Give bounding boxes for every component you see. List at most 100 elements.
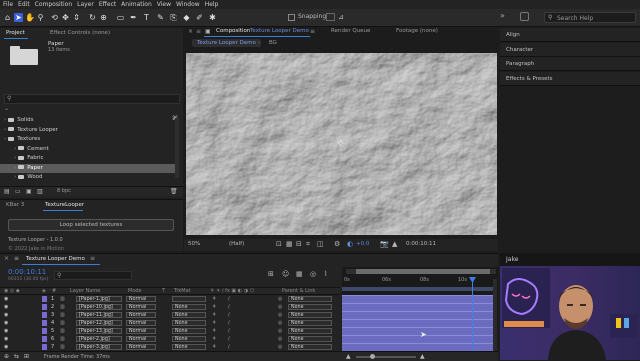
project-item-texture-looper[interactable]: › Texture Looper xyxy=(0,126,175,135)
project-settings-icon[interactable]: ▥ xyxy=(37,188,43,195)
graph-editor-icon[interactable]: ⌇ xyxy=(324,270,327,278)
menu-item-view[interactable]: View xyxy=(157,1,171,8)
tab-project[interactable]: Project xyxy=(6,30,25,36)
layer-name-field[interactable]: [Paper-11.jpg] xyxy=(76,312,122,318)
parent-dropdown[interactable]: None xyxy=(288,312,332,318)
rotate-tool-icon[interactable]: ↻ xyxy=(88,13,97,22)
draft-3d-icon[interactable]: ⊞ xyxy=(268,270,274,278)
menu-item-window[interactable]: Window xyxy=(176,1,200,8)
guides-icon[interactable]: ⌗ xyxy=(306,240,310,249)
shy-switch-icon[interactable]: ⚘ xyxy=(212,295,216,303)
switches-toggle-icon[interactable]: ⇆ xyxy=(14,353,19,360)
clone-stamp-icon[interactable]: ⎘ xyxy=(169,13,178,22)
pickwhip-icon[interactable]: ◎ xyxy=(278,343,282,351)
workspace-menu-icon[interactable]: » xyxy=(500,11,505,20)
tab-menu-icon[interactable]: ≡ xyxy=(90,255,95,262)
parent-dropdown[interactable]: None xyxy=(288,328,332,334)
menu-item-file[interactable]: File xyxy=(3,1,13,8)
frame-blending-icon[interactable]: ▦ xyxy=(296,270,303,278)
layer-name-field[interactable]: [Paper-13.jpg] xyxy=(76,328,122,334)
trkmat-dropdown[interactable]: None xyxy=(172,312,206,318)
parent-dropdown[interactable]: None xyxy=(288,296,332,302)
help-search-input[interactable]: ⚲ Search Help xyxy=(544,12,636,23)
layer-row[interactable]: ◉ 2 ▥ [Paper-10.jpg] Normal None ⚘ ∕ ◎ None xyxy=(0,303,340,311)
panel-menu-icon[interactable]: ≡ xyxy=(14,255,19,262)
shy-switch-icon[interactable]: ⚘ xyxy=(212,335,216,343)
tab-kbar[interactable]: KBar 3 xyxy=(6,202,24,208)
panel-paragraph[interactable]: Paragraph xyxy=(500,57,640,71)
project-item-solids[interactable]: › Solids xyxy=(0,116,175,125)
expand-arrow-icon[interactable]: › xyxy=(14,174,16,180)
navigator-range[interactable] xyxy=(356,269,490,274)
timeline-timecode[interactable]: 0:00:10:11 xyxy=(8,268,46,276)
move-tool-icon[interactable]: ✥ xyxy=(61,13,70,22)
region-of-interest-icon[interactable]: ⊡ xyxy=(276,240,282,248)
project-item-textures[interactable]: › Textures xyxy=(0,135,175,144)
type-tool-icon[interactable]: T xyxy=(142,13,151,22)
tab-render-queue[interactable]: Render Queue xyxy=(331,28,370,34)
mask-visibility-icon[interactable]: ⊟ xyxy=(296,240,302,248)
visibility-eye-icon[interactable]: ◉ xyxy=(4,303,8,311)
pickwhip-icon[interactable]: ◎ xyxy=(278,335,282,343)
rectangle-tool-icon[interactable]: ▭ xyxy=(116,13,125,22)
layer-name-field[interactable]: [Paper-2.jpg] xyxy=(76,336,122,342)
shy-switch-icon[interactable]: ⚘ xyxy=(212,303,216,311)
mode-dropdown[interactable]: Normal xyxy=(126,312,156,318)
project-item-wood[interactable]: › Wood xyxy=(0,173,175,182)
snap-edge-icon[interactable]: ⊿ xyxy=(338,13,344,21)
layer-name-field[interactable]: [Paper-10.jpg] xyxy=(76,304,122,310)
tab-footage[interactable]: Footage (none) xyxy=(396,28,438,34)
modes-toggle-icon[interactable]: ⊞ xyxy=(24,353,29,360)
quality-switch-icon[interactable]: ∕ xyxy=(228,295,230,303)
tab-menu-icon[interactable]: ≡ xyxy=(310,28,315,35)
tab-effect-controls[interactable]: Effect Controls (none) xyxy=(50,30,110,36)
color-channel-icon[interactable]: ⚙ xyxy=(334,240,340,248)
menu-item-effect[interactable]: Effect xyxy=(99,1,116,8)
zoom-out-icon[interactable]: ▲ xyxy=(346,353,351,360)
shy-switch-icon[interactable]: ⚘ xyxy=(212,319,216,327)
panel-close-icon[interactable]: × xyxy=(4,255,9,262)
new-folder-icon[interactable]: ▭ xyxy=(15,188,21,195)
panel-align[interactable]: Align xyxy=(500,28,640,42)
panel-close-icon[interactable]: × xyxy=(188,28,193,35)
trkmat-dropdown[interactable]: None xyxy=(172,344,206,350)
label-color-swatch[interactable] xyxy=(42,336,47,342)
shy-switch-icon[interactable]: ⚘ xyxy=(212,343,216,351)
snap-options-icon[interactable] xyxy=(326,13,335,21)
layer-row[interactable]: ◉ 4 ▥ [Paper-12.jpg] Normal None ⚘ ∕ ◎ None xyxy=(0,319,340,327)
parent-dropdown[interactable]: None xyxy=(288,336,332,342)
panel-menu-icon[interactable]: ≡ xyxy=(196,28,201,35)
menu-item-edit[interactable]: Edit xyxy=(18,1,30,8)
mode-dropdown[interactable]: Normal xyxy=(126,336,156,342)
expand-arrow-icon[interactable]: › xyxy=(14,155,16,161)
layer-row[interactable]: ◉ 5 ▥ [Paper-13.jpg] Normal None ⚘ ∕ ◎ None xyxy=(0,327,340,335)
visibility-eye-icon[interactable]: ◉ xyxy=(4,335,8,343)
layer-row[interactable]: ◉ 1 ▥ [Paper-1.jpg] Normal ⚘ ∕ ◎ None xyxy=(0,295,340,303)
expand-arrow-icon[interactable]: › xyxy=(4,136,6,142)
panel-effects-presets[interactable]: Effects & Presets xyxy=(500,71,640,86)
exposure-value[interactable]: +0.0 xyxy=(356,241,369,247)
label-color-swatch[interactable] xyxy=(42,304,47,310)
label-color-swatch[interactable] xyxy=(42,320,47,326)
pickwhip-icon[interactable]: ◎ xyxy=(278,311,282,319)
timeline-scrollbar[interactable] xyxy=(493,279,497,351)
3d-view-icon[interactable]: ◫ xyxy=(317,240,324,248)
layer-name-field[interactable]: [Paper-1.jpg] xyxy=(76,296,122,302)
trkmat-dropdown[interactable]: None xyxy=(172,304,206,310)
zoom-tool-icon[interactable]: ⚲ xyxy=(36,13,45,22)
subtab-active-comp[interactable]: Texture Looper Demo xyxy=(192,39,261,47)
snapping-checkbox[interactable] xyxy=(288,14,295,21)
snapshot-icon[interactable]: 📷 xyxy=(380,240,389,248)
shy-switch-icon[interactable]: ☺ xyxy=(282,270,289,278)
trkmat-dropdown[interactable]: None xyxy=(172,320,206,326)
puppet-tool-icon[interactable]: ✱ xyxy=(208,13,217,22)
home-icon[interactable]: ⌂ xyxy=(3,13,12,22)
panel-character[interactable]: Character xyxy=(500,42,640,57)
composition-tab-label[interactable]: Composition xyxy=(216,28,250,34)
project-item-paper[interactable]: › Paper xyxy=(0,163,175,173)
layer-search-input[interactable]: ⚲ xyxy=(54,271,132,280)
composition-viewer[interactable]: ✧ xyxy=(186,53,497,235)
menu-item-layer[interactable]: Layer xyxy=(77,1,94,8)
quality-switch-icon[interactable]: ∕ xyxy=(228,319,230,327)
new-composition-icon[interactable]: ▣ xyxy=(26,188,32,195)
